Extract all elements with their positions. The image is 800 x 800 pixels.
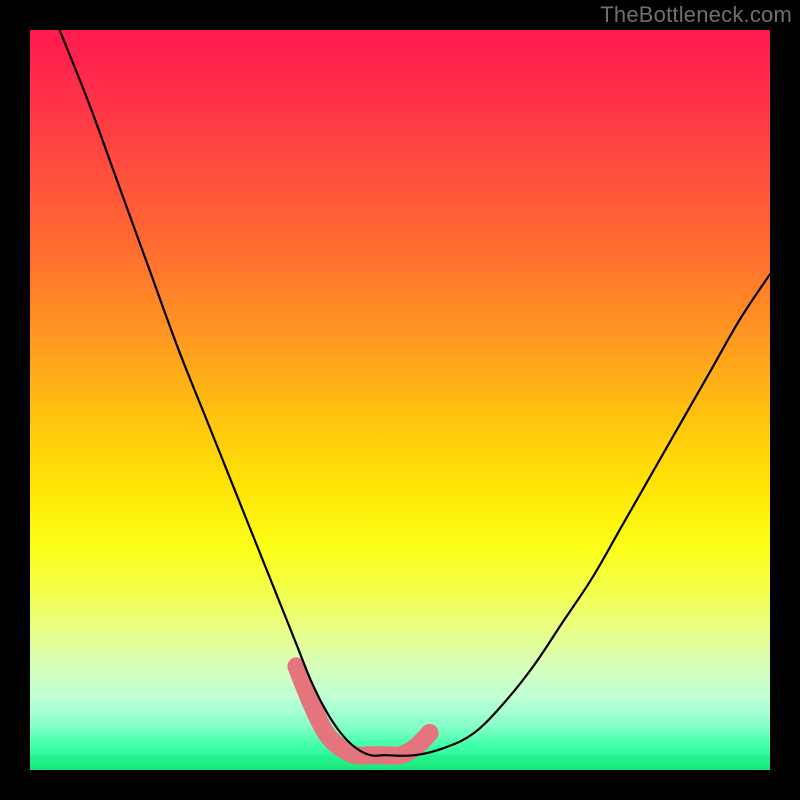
plot-area <box>30 30 770 770</box>
watermark-text: TheBottleneck.com <box>600 2 792 28</box>
optimal-range-highlight <box>296 666 429 755</box>
curve-svg <box>30 30 770 770</box>
bottleneck-curve <box>60 30 770 756</box>
chart-frame: TheBottleneck.com <box>0 0 800 800</box>
